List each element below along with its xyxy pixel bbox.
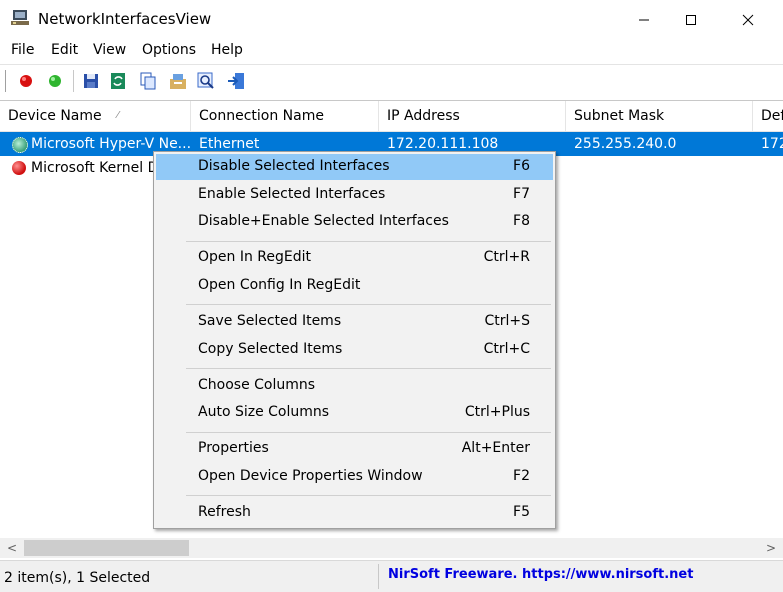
column-default-gateway-label: Def bbox=[761, 108, 783, 124]
maximize-icon bbox=[686, 14, 696, 25]
window-title: NetworkInterfacesView bbox=[38, 10, 212, 28]
toolbar bbox=[0, 64, 783, 99]
column-subnet-mask-label: Subnet Mask bbox=[574, 108, 665, 124]
title-bar: NetworkInterfacesView bbox=[0, 0, 783, 39]
menu-save-selected[interactable]: Save Selected Items Ctrl+S bbox=[156, 309, 553, 335]
status-red-icon bbox=[12, 161, 26, 175]
find-button[interactable] bbox=[196, 71, 216, 91]
nirsoft-link[interactable]: NirSoft Freeware. https://www.nirsoft.ne… bbox=[388, 567, 693, 582]
menu-item-shortcut: F7 bbox=[513, 186, 530, 202]
exit-icon bbox=[228, 73, 244, 89]
status-item-count: 2 item(s), 1 Selected bbox=[4, 570, 151, 586]
menu-item-shortcut: F2 bbox=[513, 468, 530, 484]
menu-choose-columns[interactable]: Choose Columns bbox=[156, 373, 553, 399]
menu-item-label: Copy Selected Items bbox=[198, 341, 343, 357]
column-connection-name-label: Connection Name bbox=[199, 108, 324, 124]
menu-help[interactable]: Help bbox=[211, 42, 243, 58]
menu-separator bbox=[186, 241, 551, 242]
menu-properties[interactable]: Properties Alt+Enter bbox=[156, 436, 553, 462]
menu-item-shortcut: Alt+Enter bbox=[461, 440, 530, 456]
menu-item-label: Choose Columns bbox=[198, 377, 316, 393]
refresh-icon bbox=[111, 73, 125, 89]
menu-refresh[interactable]: Refresh F5 bbox=[156, 500, 553, 526]
scroll-thumb[interactable] bbox=[24, 540, 189, 556]
menu-open-config-in-regedit[interactable]: Open Config In RegEdit bbox=[156, 273, 553, 299]
menu-open-in-regedit[interactable]: Open In RegEdit Ctrl+R bbox=[156, 245, 553, 271]
status-green-icon bbox=[12, 137, 28, 153]
sort-ascending-icon: ⁄ bbox=[117, 110, 119, 121]
green-circle-icon bbox=[49, 75, 61, 87]
enable-button[interactable] bbox=[45, 71, 65, 91]
column-header: Device Name ⁄ Connection Name IP Address… bbox=[0, 101, 783, 132]
menu-item-label: Open In RegEdit bbox=[198, 249, 312, 265]
menu-disable-enable-selected[interactable]: Disable+Enable Selected Interfaces F8 bbox=[156, 209, 553, 235]
horizontal-scrollbar[interactable]: < > bbox=[0, 538, 783, 558]
menu-separator bbox=[186, 495, 551, 496]
column-device-name-label: Device Name bbox=[8, 108, 102, 124]
exit-button[interactable] bbox=[226, 71, 246, 91]
toolbar-separator bbox=[73, 70, 74, 92]
menu-item-shortcut: F6 bbox=[513, 158, 530, 174]
maximize-button[interactable] bbox=[668, 0, 714, 39]
column-ip-address[interactable]: IP Address bbox=[379, 101, 566, 131]
cell-default-gateway: 172 bbox=[761, 136, 783, 152]
properties-button[interactable] bbox=[168, 71, 188, 91]
menu-bar: File Edit View Options Help bbox=[0, 39, 783, 63]
menu-copy-selected[interactable]: Copy Selected Items Ctrl+C bbox=[156, 337, 553, 363]
column-ip-address-label: IP Address bbox=[387, 108, 460, 124]
menu-open-device-properties[interactable]: Open Device Properties Window F2 bbox=[156, 464, 553, 490]
menu-item-label: Auto Size Columns bbox=[198, 404, 330, 420]
menu-item-label: Disable Selected Interfaces bbox=[198, 158, 390, 174]
save-button[interactable] bbox=[81, 71, 101, 91]
status-divider bbox=[378, 564, 379, 589]
minimize-button[interactable] bbox=[621, 0, 667, 39]
properties-icon bbox=[170, 74, 186, 89]
menu-item-shortcut: Ctrl+R bbox=[483, 249, 530, 265]
save-icon bbox=[84, 74, 98, 88]
status-bar: 2 item(s), 1 Selected NirSoft Freeware. … bbox=[0, 560, 783, 592]
column-device-name[interactable]: Device Name ⁄ bbox=[0, 101, 191, 131]
menu-item-label: Refresh bbox=[198, 504, 251, 520]
scroll-left-arrow[interactable]: < bbox=[2, 538, 22, 558]
menu-item-label: Open Config In RegEdit bbox=[198, 277, 361, 293]
menu-enable-selected[interactable]: Enable Selected Interfaces F7 bbox=[156, 182, 553, 208]
menu-separator bbox=[186, 304, 551, 305]
menu-item-shortcut: F5 bbox=[513, 504, 530, 520]
menu-edit[interactable]: Edit bbox=[51, 42, 78, 58]
column-subnet-mask[interactable]: Subnet Mask bbox=[566, 101, 753, 131]
context-menu: Disable Selected Interfaces F6 Enable Se… bbox=[153, 151, 556, 529]
close-icon bbox=[742, 14, 754, 25]
disable-button[interactable] bbox=[16, 71, 36, 91]
copy-button[interactable] bbox=[138, 71, 158, 91]
cell-subnet-mask: 255.255.240.0 bbox=[574, 136, 677, 152]
red-circle-icon bbox=[20, 75, 32, 87]
app-network-icon bbox=[11, 10, 29, 25]
menu-item-shortcut: F8 bbox=[513, 213, 530, 229]
refresh-button[interactable] bbox=[108, 71, 128, 91]
toolbar-grip bbox=[5, 70, 9, 92]
menu-item-label: Disable+Enable Selected Interfaces bbox=[198, 213, 449, 229]
menu-item-shortcut: Ctrl+Plus bbox=[464, 404, 530, 420]
menu-item-shortcut: Ctrl+S bbox=[484, 313, 530, 329]
menu-item-label: Properties bbox=[198, 440, 269, 456]
menu-item-shortcut: Ctrl+C bbox=[483, 341, 530, 357]
menu-item-label: Open Device Properties Window bbox=[198, 468, 423, 484]
menu-options[interactable]: Options bbox=[142, 42, 196, 58]
minimize-icon bbox=[639, 19, 649, 20]
menu-disable-selected[interactable]: Disable Selected Interfaces F6 bbox=[156, 154, 553, 180]
find-icon bbox=[197, 72, 214, 89]
menu-auto-size-columns[interactable]: Auto Size Columns Ctrl+Plus bbox=[156, 400, 553, 426]
column-connection-name[interactable]: Connection Name bbox=[191, 101, 379, 131]
menu-item-label: Enable Selected Interfaces bbox=[198, 186, 386, 202]
menu-separator bbox=[186, 432, 551, 433]
cell-device-name: Microsoft Kernel D bbox=[31, 160, 153, 176]
menu-item-label: Save Selected Items bbox=[198, 313, 342, 329]
menu-separator bbox=[186, 368, 551, 369]
close-button[interactable] bbox=[725, 0, 771, 39]
menu-file[interactable]: File bbox=[11, 42, 34, 58]
copy-icon bbox=[140, 72, 156, 90]
scroll-right-arrow[interactable]: > bbox=[761, 538, 781, 558]
column-default-gateway[interactable]: Def bbox=[753, 101, 783, 131]
menu-view[interactable]: View bbox=[93, 42, 126, 58]
